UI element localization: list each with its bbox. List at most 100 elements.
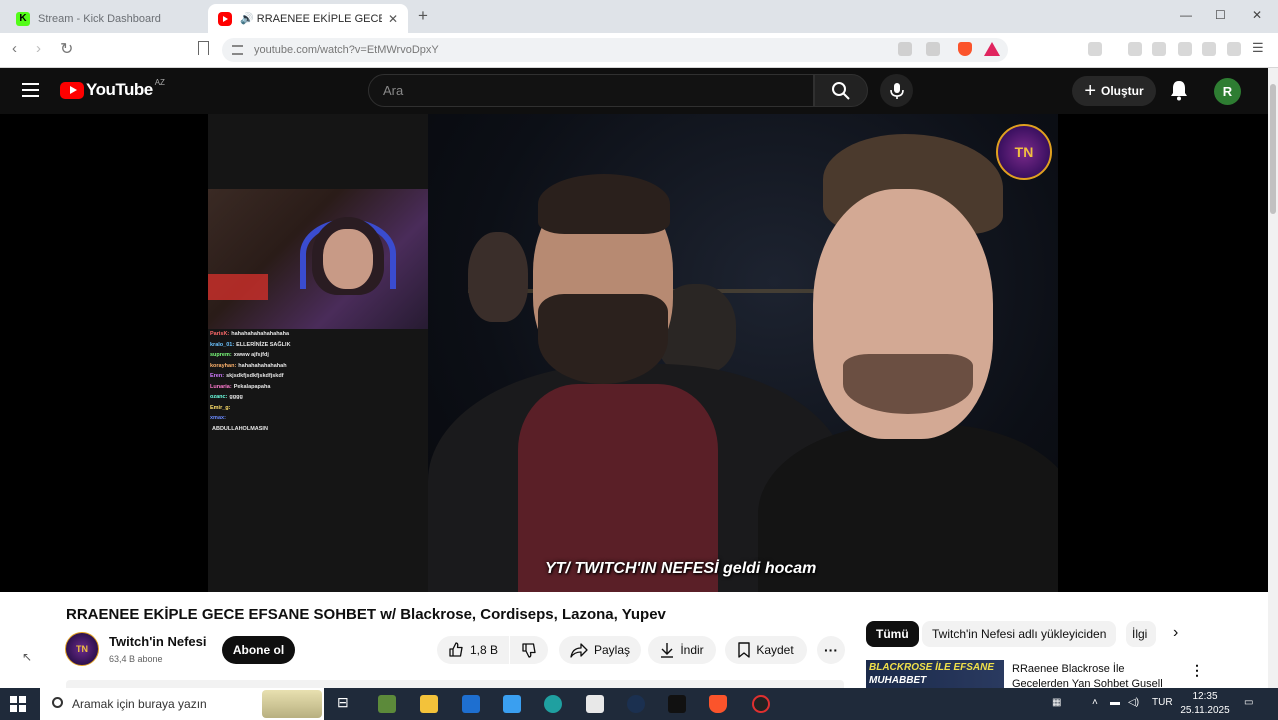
mail-icon[interactable]	[462, 695, 480, 713]
steam-icon[interactable]	[627, 695, 645, 713]
close-window-icon[interactable]: ✕	[1252, 8, 1262, 22]
search-highlight-image[interactable]	[262, 690, 322, 718]
share-label: Paylaş	[593, 643, 631, 657]
download-button[interactable]: İndir	[648, 636, 716, 664]
recommended-thumbnail[interactable]: BLACKROSE İLE EFSANE MUHABBET	[866, 660, 1004, 688]
like-count: 1,8 B	[469, 643, 499, 657]
notification-center-icon[interactable]: ▭	[1244, 697, 1253, 708]
chip-related[interactable]: İlgi	[1126, 621, 1156, 647]
task-view-icon[interactable]: ⊟	[337, 694, 355, 712]
notifications-button[interactable]	[1169, 79, 1189, 106]
back-icon[interactable]: ‹	[12, 40, 17, 57]
vscode-icon[interactable]	[503, 695, 521, 713]
tab-youtube-video[interactable]: 🔊 RRAENEE EKİPLE GECE EFSANE ✕	[208, 4, 408, 33]
share-page-icon[interactable]	[926, 42, 940, 56]
maximize-icon[interactable]: ☐	[1215, 8, 1226, 22]
save-label: Kaydet	[756, 643, 794, 657]
clock-date: 25.11.2025	[1180, 705, 1230, 716]
chat-text: hahahahahahahahaha	[231, 331, 290, 338]
channel-watermark[interactable]: TN	[996, 124, 1052, 180]
file-explorer-icon[interactable]	[420, 695, 438, 713]
page-scrollbar[interactable]	[1268, 68, 1278, 688]
chat-message: suprem: xwww ajfsjfdj	[210, 350, 420, 361]
photos-icon[interactable]	[586, 695, 604, 713]
obs-icon[interactable]	[752, 695, 770, 713]
channel-avatar[interactable]: TN	[65, 632, 99, 666]
show-hidden-icons-icon[interactable]: ˄	[1092, 697, 1098, 708]
video-overlay-caption: YT/ TWITCH'IN NEFESİ geldi hocam	[545, 560, 816, 578]
more-actions-icon[interactable]: ···	[817, 636, 845, 664]
volume-icon[interactable]: ◁)	[1128, 697, 1139, 708]
minecraft-icon[interactable]	[378, 695, 396, 713]
url-field[interactable]: youtube.com/watch?v=EtMWrvoDpxY	[222, 38, 1008, 62]
close-tab-icon[interactable]: ✕	[388, 12, 398, 26]
subscribe-button[interactable]: Abone ol	[222, 636, 295, 664]
share-button[interactable]: Paylaş	[559, 636, 641, 664]
url-text: youtube.com/watch?v=EtMWrvoDpxY	[254, 44, 439, 56]
tiktok-icon[interactable]	[668, 695, 686, 713]
chip-all[interactable]: Tümü	[866, 621, 919, 647]
account-avatar[interactable]: R	[1214, 78, 1241, 105]
youtube-logo[interactable]: YouTube AZ	[60, 78, 165, 100]
video-frame	[428, 114, 1058, 592]
reader-mode-icon[interactable]	[1088, 42, 1102, 56]
brave-browser-icon[interactable]	[709, 695, 727, 713]
browser-tab-bar: K Stream - Kick Dashboard 🔊 RRAENEE EKİP…	[0, 0, 1278, 33]
bookmark-icon[interactable]	[198, 41, 209, 55]
vertical-dots-icon[interactable]: ⋮	[1190, 662, 1204, 679]
leo-ai-icon[interactable]	[1202, 42, 1216, 56]
minimize-icon[interactable]: —	[1180, 8, 1192, 22]
tab-title: 🔊 RRAENEE EKİPLE GECE EFSANE	[240, 13, 382, 25]
taskbar-search-field[interactable]: Aramak için buraya yazın	[40, 688, 324, 720]
keyboard-icon[interactable]: ▦	[1052, 697, 1061, 708]
like-button[interactable]: 1,8 B	[437, 636, 509, 664]
voice-search-button[interactable]	[880, 74, 913, 107]
channel-name[interactable]: Twitch'in Nefesi	[109, 634, 206, 649]
site-settings-icon[interactable]	[232, 45, 243, 55]
download-label: İndir	[680, 643, 704, 657]
chevron-right-icon[interactable]: ›	[1173, 624, 1178, 642]
video-title: RRAENEE EKİPLE GECE EFSANE SOHBET w/ Bla…	[66, 606, 666, 623]
media-icon[interactable]	[1128, 42, 1142, 56]
edge-icon[interactable]	[544, 695, 562, 713]
wallet-icon[interactable]	[1178, 42, 1192, 56]
scrollbar-thumb[interactable]	[1270, 84, 1276, 214]
person-left-beard	[538, 294, 668, 384]
chat-username: ozanc:	[210, 394, 228, 401]
vpn-icon[interactable]	[1227, 42, 1241, 56]
save-button[interactable]: Kaydet	[725, 636, 807, 664]
overlay-caption-2: geldi hocam	[723, 560, 817, 577]
download-icon	[661, 643, 674, 658]
video-player[interactable]: ParisK: hahahahahahahahaha kralo_01: ELLERİ…	[0, 114, 1268, 592]
system-clock[interactable]: 12:35 25.11.2025	[1180, 690, 1230, 718]
windows-start-icon[interactable]	[10, 696, 26, 712]
search-button[interactable]	[814, 74, 868, 107]
chat-text: Pekalapapaha	[233, 383, 271, 390]
dislike-button[interactable]	[510, 636, 548, 664]
chip-from-uploader[interactable]: Twitch'in Nefesi adlı yükleyiciden	[922, 621, 1117, 647]
new-tab-icon[interactable]: +	[418, 6, 428, 26]
chat-message: ozanc: gggg	[210, 392, 420, 403]
chat-text: ELLERİNİZE SAĞLIK	[236, 341, 291, 348]
chat-message: xmax:	[210, 413, 420, 424]
reload-icon[interactable]: ↻	[60, 39, 73, 59]
webcam-feed	[208, 189, 448, 329]
youtube-play-icon	[60, 81, 84, 99]
forward-icon[interactable]: ›	[36, 40, 41, 57]
cast-icon[interactable]	[898, 42, 912, 56]
person-right-beard	[843, 354, 973, 414]
network-icon[interactable]: ▬	[1110, 697, 1120, 708]
create-button[interactable]: + Oluştur	[1072, 76, 1156, 106]
hamburger-menu-icon[interactable]	[22, 83, 39, 97]
kick-icon: K	[16, 11, 30, 26]
menu-icon[interactable]: ☰	[1252, 40, 1266, 55]
chat-message: ABDULLAHOLMASIN	[210, 424, 420, 435]
tab-kick-dashboard[interactable]: K Stream - Kick Dashboard	[6, 4, 202, 33]
brave-shields-icon[interactable]	[958, 42, 972, 56]
description-box[interactable]	[66, 680, 844, 688]
language-indicator[interactable]: TUR	[1152, 697, 1173, 708]
search-input[interactable]: Ara	[368, 74, 814, 107]
sidebar-icon[interactable]	[1152, 42, 1166, 56]
search-icon	[52, 697, 63, 708]
brave-rewards-icon[interactable]	[984, 42, 1000, 56]
